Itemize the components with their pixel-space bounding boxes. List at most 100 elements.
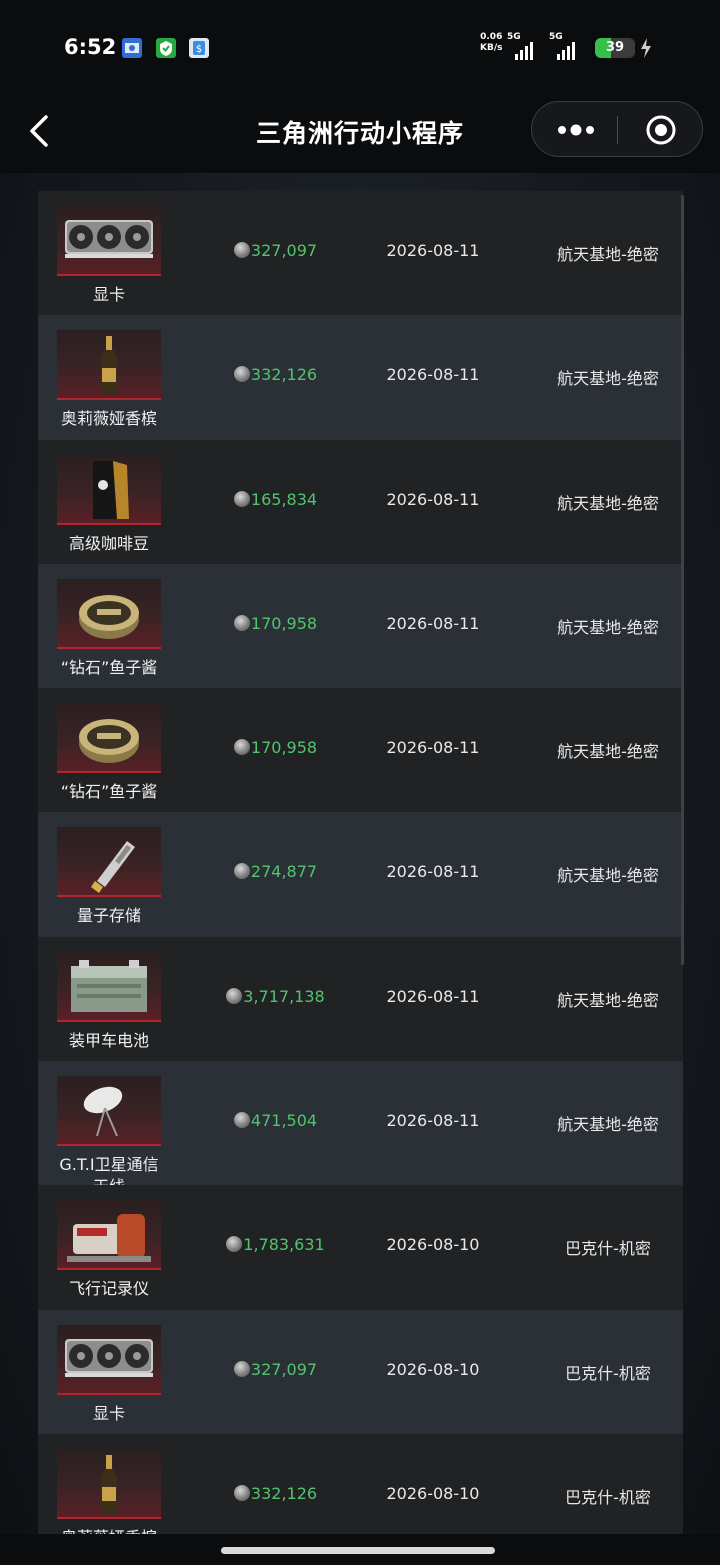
price-value: 332,126 — [250, 365, 318, 385]
close-target-icon[interactable] — [645, 114, 677, 146]
item-name: “钻石”鱼子酱 — [60, 657, 158, 677]
item-price: 327,097 — [188, 241, 363, 260]
record-date: 2026-08-11 — [386, 365, 480, 385]
record-date: 2026-08-11 — [386, 862, 480, 882]
coin-icon — [233, 490, 250, 507]
price-value: 327,097 — [250, 1359, 318, 1379]
list-item[interactable]: G.T.I卫星通信天线471,5042026-08-11航天基地-绝密 — [38, 1061, 683, 1196]
battery-level: 39 — [605, 40, 625, 55]
home-indicator[interactable] — [221, 1547, 495, 1554]
capsule-divider — [617, 116, 618, 144]
item-name: 奥莉薇娅香槟 — [38, 1527, 180, 1534]
item-name: 飞行记录仪 — [68, 1279, 149, 1299]
flight-recorder-icon — [57, 1200, 161, 1271]
record-date: 2026-08-11 — [386, 613, 480, 633]
champagne-bottle-icon — [57, 1448, 161, 1519]
list-item[interactable]: 显卡 327,097 2026-08-10 巴克什-机密 — [38, 1309, 683, 1434]
record-date: 2026-08-10 — [386, 1359, 480, 1379]
record-date: 2026-08-11 — [386, 738, 480, 758]
price-value: 170,958 — [250, 738, 318, 758]
item-price: 332,126 — [188, 1484, 363, 1503]
sim1-label: 5G — [507, 32, 521, 42]
scrollbar[interactable] — [681, 195, 684, 965]
record-map: 航天基地-绝密 — [557, 866, 659, 886]
record-map: 航天基地-绝密 — [557, 617, 659, 637]
item-price: 327,097 — [188, 1360, 363, 1379]
record-map: 航天基地-绝密 — [557, 245, 659, 264]
item-price: 170,958 — [188, 738, 363, 757]
item-name: 量子存储 — [76, 906, 141, 926]
item-name: 显卡 — [92, 285, 125, 304]
coin-icon — [233, 863, 250, 880]
payment-icon: $ — [189, 38, 209, 58]
coin-icon — [233, 614, 250, 631]
list-item[interactable]: 显卡 327,097 2026-08-11 航天基地-绝密 — [38, 191, 683, 316]
coin-icon — [233, 739, 250, 756]
list-item[interactable]: 奥莉薇娅香槟 332,126 2026-08-11 航天基地-绝密 — [38, 315, 683, 440]
record-map: 航天基地-绝密 — [557, 742, 659, 762]
graphics-card-icon — [57, 1324, 161, 1395]
record-date: 2026-08-11 — [386, 986, 480, 1006]
more-dots-icon[interactable] — [556, 122, 596, 138]
coin-icon — [233, 242, 250, 258]
status-bar: 6:52 $ 0.06 KB/s 5G 5G 39 — [0, 0, 720, 95]
mini-program-capsule — [531, 101, 703, 157]
charging-bolt-icon — [641, 38, 651, 58]
record-date: 2026-08-10 — [386, 1235, 480, 1255]
price-value: 1,783,631 — [243, 1235, 325, 1255]
item-price: 274,877 — [188, 862, 363, 881]
item-price: 3,717,138 — [188, 987, 363, 1006]
item-name: “钻石”鱼子酱 — [60, 782, 158, 802]
list-item[interactable]: 装甲车电池 3,717,138 2026-08-11 航天基地-绝密 — [38, 936, 683, 1062]
record-map: 航天基地-绝密 — [557, 990, 659, 1010]
nav-bar: 三角洲行动小程序 — [0, 95, 720, 173]
caviar-tin-icon — [57, 578, 161, 649]
vehicle-battery-icon — [57, 951, 161, 1022]
net-speed-unit: KB/s — [480, 43, 503, 53]
record-date: 2026-08-11 — [386, 241, 480, 260]
list-item[interactable]: “钻石”鱼子酱 170,958 2026-08-11 航天基地-绝密 — [38, 688, 683, 813]
sim2-label: 5G — [549, 32, 563, 42]
item-price: 332,126 — [188, 365, 363, 384]
list-item[interactable]: 飞行记录仪 1,783,631 2026-08-10 巴克什-机密 — [38, 1185, 683, 1310]
list-item[interactable]: 高级咖啡豆 165,834 2026-08-11 航天基地-绝密 — [38, 439, 683, 564]
graphics-card-icon — [57, 206, 161, 276]
satellite-dish-icon — [57, 1076, 161, 1147]
price-value: 274,877 — [250, 862, 318, 882]
record-map: 航天基地-绝密 — [557, 493, 659, 513]
item-name: 奥莉薇娅香槟 — [60, 409, 157, 429]
status-time: 6:52 — [64, 35, 117, 59]
record-map: 巴克什-机密 — [565, 1239, 651, 1259]
record-map: 航天基地-绝密 — [557, 1115, 659, 1135]
quantum-storage-icon — [57, 827, 161, 898]
list-item[interactable]: 奥莉薇娅香槟 332,126 2026-08-10 巴克什-机密 — [38, 1433, 683, 1534]
record-date: 2026-08-10 — [386, 1483, 480, 1503]
net-speed-value: 0.06 — [480, 32, 503, 42]
price-value: 170,958 — [250, 613, 318, 633]
item-price: 165,834 — [188, 490, 363, 509]
item-name: 装甲车电池 — [68, 1030, 149, 1050]
shield-icon — [156, 38, 176, 58]
price-value: 332,126 — [250, 1483, 318, 1503]
svg-text:$: $ — [196, 44, 202, 55]
network-speed: 0.06 KB/s — [480, 32, 502, 54]
item-price: 170,958 — [188, 614, 363, 633]
price-value: 327,097 — [250, 241, 318, 260]
item-name: 高级咖啡豆 — [68, 533, 149, 553]
item-price: 1,783,631 — [188, 1235, 363, 1254]
coin-icon — [233, 1360, 250, 1377]
coin-icon — [233, 366, 250, 383]
price-value: 3,717,138 — [243, 986, 325, 1006]
app-notification-icon — [122, 38, 142, 58]
price-value: 165,834 — [250, 489, 318, 509]
list-item[interactable]: “钻石”鱼子酱 170,958 2026-08-11 航天基地-绝密 — [38, 563, 683, 689]
coin-icon — [233, 1484, 250, 1501]
battery-icon: 39 — [595, 38, 635, 58]
item-name: 显卡 — [92, 1403, 125, 1423]
coin-icon — [226, 987, 243, 1004]
coin-icon — [233, 1112, 250, 1129]
record-list[interactable]: 显卡 327,097 2026-08-11 航天基地-绝密 奥莉薇娅香槟 332,126 2… — [38, 191, 683, 1534]
record-map: 巴克什-机密 — [565, 1487, 651, 1507]
list-item[interactable]: 量子存储 274,877 2026-08-11 航天基地-绝密 — [38, 812, 683, 937]
coffee-bag-icon — [57, 454, 161, 525]
